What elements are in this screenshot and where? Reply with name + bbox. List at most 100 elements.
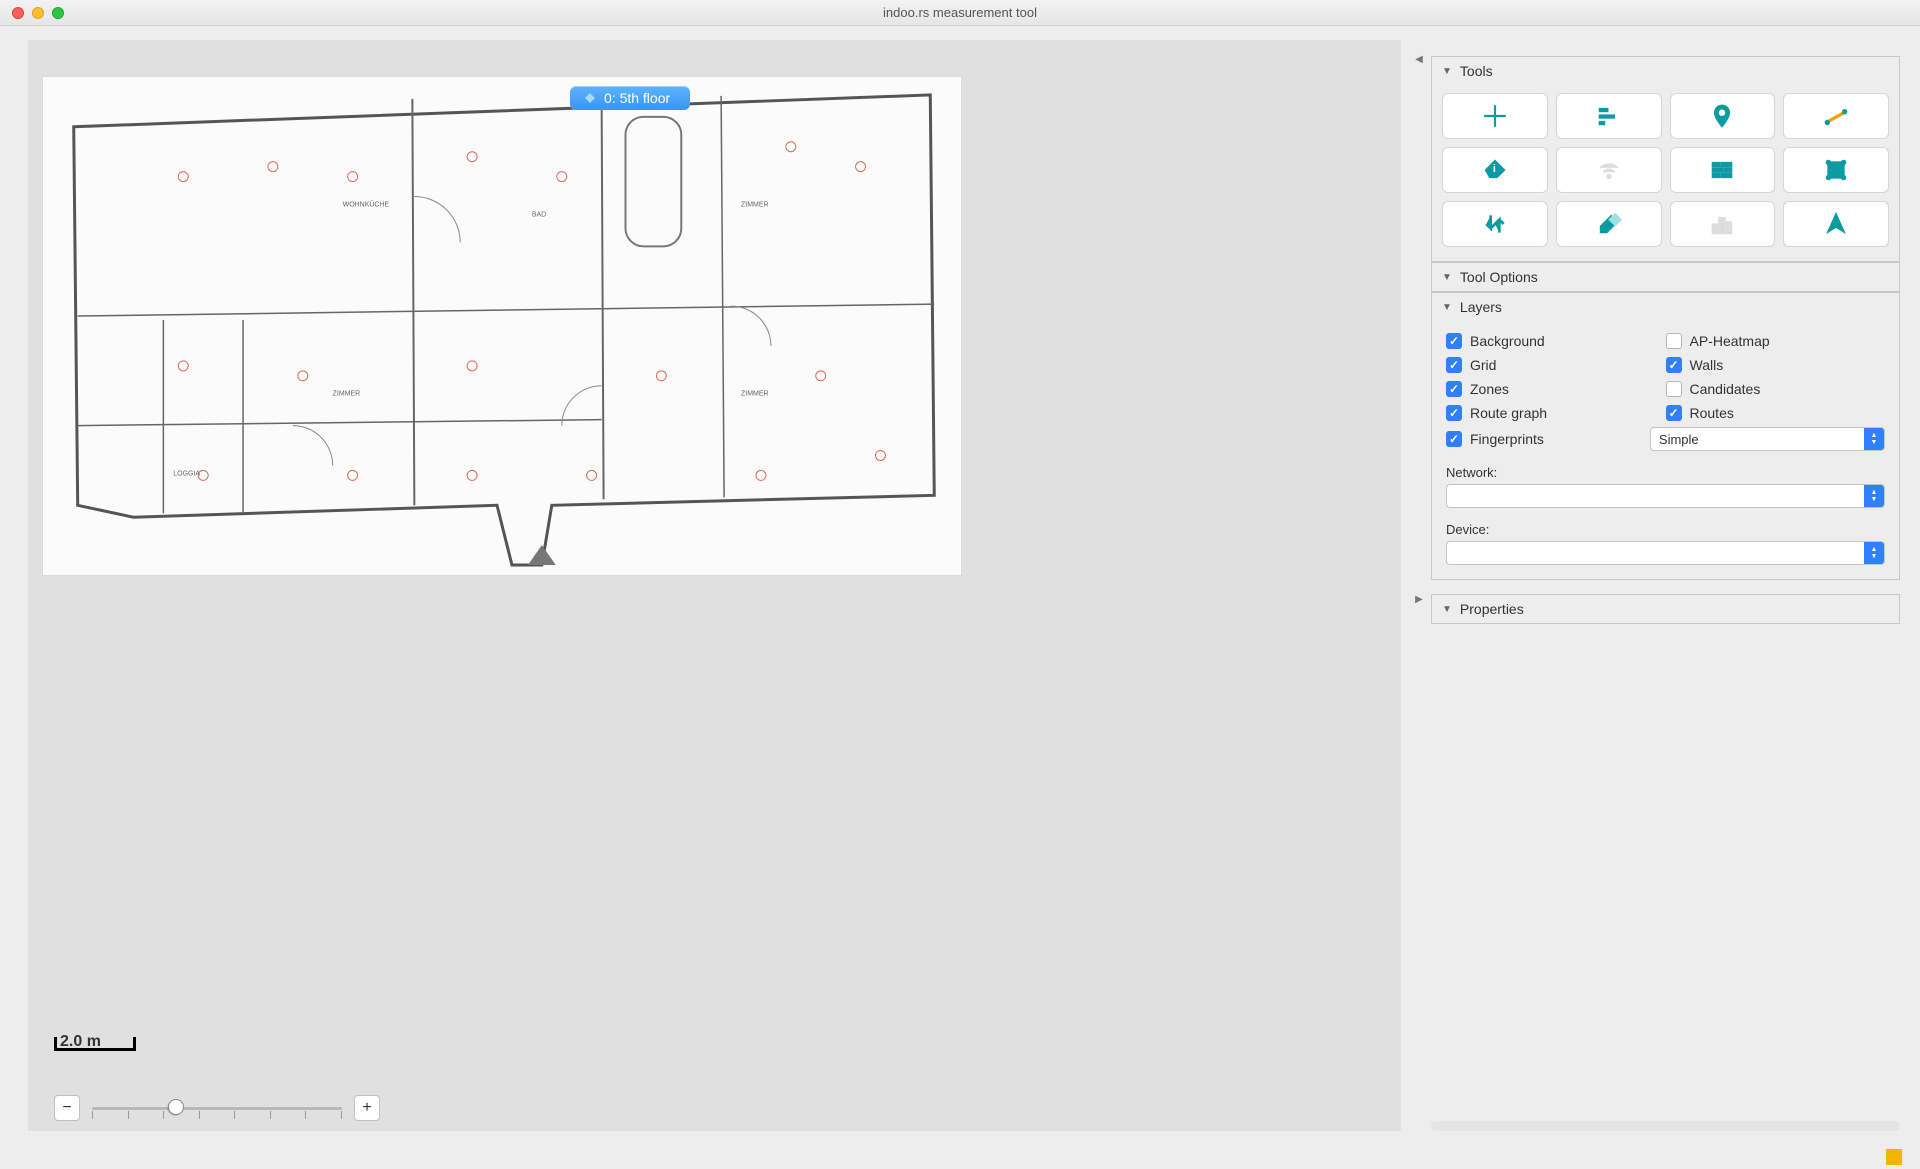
tool-measure-line[interactable] — [1783, 93, 1889, 139]
layer-label: Fingerprints — [1470, 431, 1544, 447]
panel-title: Properties — [1460, 601, 1524, 617]
panel-title: Tool Options — [1460, 269, 1538, 285]
svg-text:BAD: BAD — [532, 211, 546, 218]
checkbox-grid[interactable] — [1446, 357, 1462, 373]
scale-indicator: 2.0 m — [54, 1037, 136, 1069]
checkbox-routes[interactable] — [1666, 405, 1682, 421]
zoom-controls: − + — [54, 1095, 380, 1121]
zoom-out-button[interactable]: − — [54, 1095, 80, 1121]
panel-properties-header[interactable]: ▼ Properties — [1432, 595, 1899, 623]
layer-row: AP-Heatmap — [1666, 333, 1886, 349]
app-window: indoo.rs measurement tool — [0, 0, 1920, 1169]
scale-label: 2.0 m — [60, 1033, 101, 1050]
checkbox-fingerprints[interactable] — [1446, 431, 1462, 447]
panel-layers-header[interactable]: ▼ Layers — [1432, 293, 1899, 321]
network-label: Network: — [1446, 465, 1885, 480]
disclosure-icon: ▼ — [1442, 302, 1452, 313]
splitter[interactable]: ◀ ▶ — [1411, 26, 1427, 1145]
svg-text:ZIMMER: ZIMMER — [333, 391, 360, 398]
layer-row: Background — [1446, 333, 1666, 349]
arrow-left-icon: ◀ — [1415, 56, 1423, 64]
tool-nav-arrow[interactable] — [1783, 201, 1889, 247]
sidebar: ▼ Tools i ▼ Tool Options ▼ — [1427, 26, 1920, 1145]
select-device[interactable]: ▲▼ — [1446, 541, 1885, 565]
tool-city — [1670, 201, 1776, 247]
city-icon — [1709, 211, 1735, 237]
measure-line-icon — [1823, 103, 1849, 129]
layer-label: Walls — [1690, 357, 1724, 373]
select-network[interactable]: ▲▼ — [1446, 484, 1885, 508]
tool-align[interactable] — [1556, 93, 1662, 139]
layer-label: Zones — [1470, 381, 1509, 397]
disclosure-icon: ▼ — [1442, 604, 1452, 615]
wifi-icon — [1596, 157, 1622, 183]
arrow-right-icon: ▶ — [1415, 596, 1423, 604]
eraser-icon — [1596, 211, 1622, 237]
floorplan-svg: WOHNKÜCHE BAD ZIMMER ZIMMER ZIMMER LOGGI… — [43, 77, 961, 575]
canvas-area[interactable]: WOHNKÜCHE BAD ZIMMER ZIMMER ZIMMER LOGGI… — [28, 40, 1401, 1131]
tool-crop[interactable] — [1783, 147, 1889, 193]
maximize-button[interactable] — [52, 7, 64, 19]
svg-text:LOGGIA: LOGGIA — [173, 470, 200, 477]
tool-crosshair[interactable] — [1442, 93, 1548, 139]
panel-tools-header[interactable]: ▼ Tools — [1432, 57, 1899, 85]
swap-icon — [1482, 211, 1508, 237]
panel-tool-options-header[interactable]: ▼ Tool Options — [1432, 263, 1899, 291]
panel-tool-options: ▼ Tool Options — [1431, 262, 1900, 292]
checkbox-candidates[interactable] — [1666, 381, 1682, 397]
zoom-slider[interactable] — [92, 1095, 342, 1121]
svg-text:i: i — [1493, 163, 1496, 175]
tool-eraser[interactable] — [1556, 201, 1662, 247]
nav-arrow-icon — [1823, 211, 1849, 237]
disclosure-icon: ▼ — [1442, 272, 1452, 283]
layer-row: Routes — [1666, 405, 1886, 421]
chevrons-icon: ▲▼ — [1864, 542, 1884, 564]
tool-info-tag[interactable]: i — [1442, 147, 1548, 193]
layer-row: Zones — [1446, 381, 1666, 397]
panel-layers: ▼ Layers Background AP-Heatmap Grid Walls Zo… — [1431, 292, 1900, 580]
floorplan[interactable]: WOHNKÜCHE BAD ZIMMER ZIMMER ZIMMER LOGGI… — [42, 76, 962, 576]
disclosure-icon: ▼ — [1442, 66, 1452, 77]
layer-row: Walls — [1666, 357, 1886, 373]
checkbox-zones[interactable] — [1446, 381, 1462, 397]
layer-row: Grid — [1446, 357, 1666, 373]
tool-wifi — [1556, 147, 1662, 193]
checkbox-route-graph[interactable] — [1446, 405, 1462, 421]
tool-swap[interactable] — [1442, 201, 1548, 247]
zoom-in-button[interactable]: + — [354, 1095, 380, 1121]
device-label: Device: — [1446, 522, 1885, 537]
layer-label: AP-Heatmap — [1690, 333, 1770, 349]
checkbox-background[interactable] — [1446, 333, 1462, 349]
titlebar: indoo.rs measurement tool — [0, 0, 1920, 26]
svg-text:ZIMMER: ZIMMER — [741, 391, 768, 398]
crop-icon — [1823, 157, 1849, 183]
select-value: Simple — [1651, 432, 1864, 447]
layer-label: Candidates — [1690, 381, 1761, 397]
status-bar — [0, 1145, 1920, 1169]
close-button[interactable] — [12, 7, 24, 19]
minimize-button[interactable] — [32, 7, 44, 19]
tool-wall[interactable] — [1670, 147, 1776, 193]
pin-icon — [1709, 103, 1735, 129]
select-fingerprint-mode[interactable]: Simple ▲▼ — [1650, 427, 1885, 451]
info-tag-icon: i — [1482, 157, 1508, 183]
crosshair-icon — [1482, 103, 1508, 129]
layer-label: Routes — [1690, 405, 1734, 421]
layer-label: Background — [1470, 333, 1545, 349]
tool-pin[interactable] — [1670, 93, 1776, 139]
svg-text:WOHNKÜCHE: WOHNKÜCHE — [343, 200, 390, 208]
panel-title: Layers — [1460, 299, 1502, 315]
checkbox-walls[interactable] — [1666, 357, 1682, 373]
floor-diamond-icon — [584, 92, 596, 104]
floor-tab[interactable]: 0: 5th floor — [570, 86, 690, 110]
checkbox-ap-heatmap[interactable] — [1666, 333, 1682, 349]
panel-tools: ▼ Tools i — [1431, 56, 1900, 262]
wall-icon — [1709, 157, 1735, 183]
panel-properties: ▼ Properties — [1431, 594, 1900, 624]
svg-text:ZIMMER: ZIMMER — [741, 201, 768, 208]
sidebar-scrollbar[interactable] — [1431, 1121, 1900, 1131]
align-icon — [1596, 103, 1622, 129]
floor-tab-label: 0: 5th floor — [604, 90, 670, 106]
chevrons-icon: ▲▼ — [1864, 428, 1884, 450]
body: WOHNKÜCHE BAD ZIMMER ZIMMER ZIMMER LOGGI… — [0, 26, 1920, 1145]
